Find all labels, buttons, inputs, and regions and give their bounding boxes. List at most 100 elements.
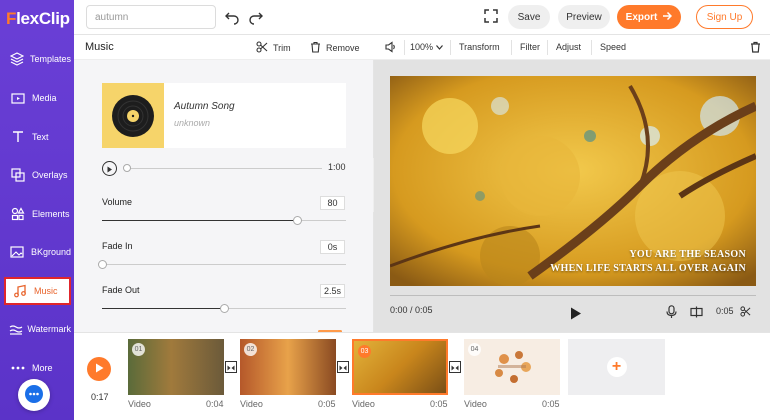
flexclip-logo[interactable]: FlexClip [6,9,70,29]
transition-button[interactable] [449,361,461,373]
timeline-clip[interactable]: 01 [128,339,224,395]
timeline-clip[interactable]: 03 [352,339,448,395]
fullscreen-icon[interactable] [484,9,498,23]
toolbar-divider [591,40,592,55]
plus-icon: + [606,357,627,377]
fade-in-slider[interactable] [98,260,346,269]
export-button[interactable]: Export [617,5,681,29]
timeline-clip[interactable]: 04 [464,339,560,395]
toolbar-divider [450,40,451,55]
sidebar-item-label: More [32,363,53,373]
speed-button[interactable]: Speed [600,42,626,52]
timeline-time: 0:17 [91,392,109,402]
remove-button[interactable]: Remove [310,41,360,55]
clip-number: 01 [132,343,145,356]
volume-knob[interactable] [293,216,303,225]
chevron-down-icon [435,42,443,52]
scissors-icon[interactable] [740,306,751,320]
arrow-right-icon [662,11,673,24]
music-progress-track[interactable] [126,168,322,169]
sidebar-item-bkground[interactable]: BKground [4,238,71,266]
transition-button[interactable] [337,361,349,373]
microphone-icon[interactable] [666,305,677,322]
toolbar-divider [404,40,405,55]
transform-button[interactable]: Transform [459,42,500,52]
sidebar-item-music[interactable]: Music [4,277,71,305]
chat-support-button[interactable] [18,379,50,411]
sidebar-item-label: Elements [32,209,70,219]
watermark-icon [8,322,23,336]
undo-icon[interactable] [224,9,240,25]
preview-button[interactable]: Preview [558,5,610,29]
preview-area: YOU ARE THE SEASON WHEN LIFE STARTS ALL … [374,60,770,332]
trash-icon[interactable] [750,41,761,55]
volume-slider[interactable] [102,216,346,225]
clip-label: Video [128,399,151,409]
signup-button[interactable]: Sign Up [696,5,753,29]
music-note-icon [10,284,30,298]
background-icon [8,245,27,259]
music-progress-knob[interactable] [123,164,131,172]
clip-number: 02 [244,343,257,356]
sidebar-item-label: Text [32,132,49,142]
timeline-clip[interactable]: 02 [240,339,336,395]
song-card[interactable]: Autumn Song unknown [102,83,346,148]
fade-in-knob[interactable] [98,260,107,269]
zoom-select[interactable]: 100% [410,42,443,52]
fade-out-slider[interactable] [102,304,346,313]
trim-label: Trim [273,43,291,53]
redo-icon[interactable] [248,9,264,25]
caption-line-2: WHEN LIFE STARTS ALL OVER AGAIN [550,263,746,274]
song-artist: unknown [174,118,211,128]
fade-out-knob[interactable] [220,304,229,313]
overlays-icon [8,168,28,182]
play-icon[interactable] [570,307,582,323]
remove-label: Remove [326,43,360,53]
song-title: Autumn Song [174,101,235,112]
sidebar-item-label: Media [32,93,57,103]
music-panel-header: Music Trim Remove [74,35,374,60]
video-preview[interactable]: YOU ARE THE SEASON WHEN LIFE STARTS ALL … [390,76,756,286]
fade-in-value[interactable]: 0s [320,240,345,254]
music-play-button[interactable] [102,161,117,176]
vinyl-record-icon [102,83,164,148]
volume-value[interactable]: 80 [320,196,345,210]
timeline: 0:17 01 Video 0:04 02 Video 0:05 03 Vide… [74,332,770,420]
trim-button[interactable]: Trim [256,41,291,55]
save-button[interactable]: Save [508,5,550,29]
sidebar-item-overlays[interactable]: Overlays [4,161,71,189]
play-icon [95,362,104,376]
export-label: Export [625,11,658,23]
split-icon[interactable] [690,306,703,321]
elements-icon [8,207,28,221]
sidebar-item-label: Templates [29,54,71,64]
adjust-button[interactable]: Adjust [556,42,581,52]
zoom-value: 100% [410,42,434,52]
fade-out-value[interactable]: 2.5s [320,284,345,298]
playback-track[interactable] [390,295,756,296]
chat-bubble-icon [24,384,44,407]
trash-icon [310,41,321,55]
timeline-play-button[interactable] [87,357,111,381]
text-icon [8,130,28,144]
sidebar-item-media[interactable]: Media [4,84,71,112]
search-input[interactable] [86,5,216,29]
transition-button[interactable] [225,361,237,373]
add-clip-button[interactable]: + [568,339,665,395]
sidebar-item-more[interactable]: More [4,354,71,382]
sidebar-item-templates[interactable]: Templates [4,45,71,73]
volume-fill [102,220,298,221]
speaker-icon[interactable] [385,41,397,55]
clip-duration: 0:05 [318,399,336,409]
clip-label: Video [352,399,375,409]
fade-in-label: Fade In [102,241,133,251]
sidebar-item-text[interactable]: Text [4,123,71,151]
current-time: 0:00 / 0:05 [390,305,433,315]
sidebar-item-label: Watermark [27,324,71,334]
filter-button[interactable]: Filter [520,42,540,52]
clip-duration: 0:04 [206,399,224,409]
sidebar-item-watermark[interactable]: Watermark [4,315,71,343]
scissors-icon [256,41,268,55]
play-icon [106,162,113,176]
sidebar-item-elements[interactable]: Elements [4,200,71,228]
